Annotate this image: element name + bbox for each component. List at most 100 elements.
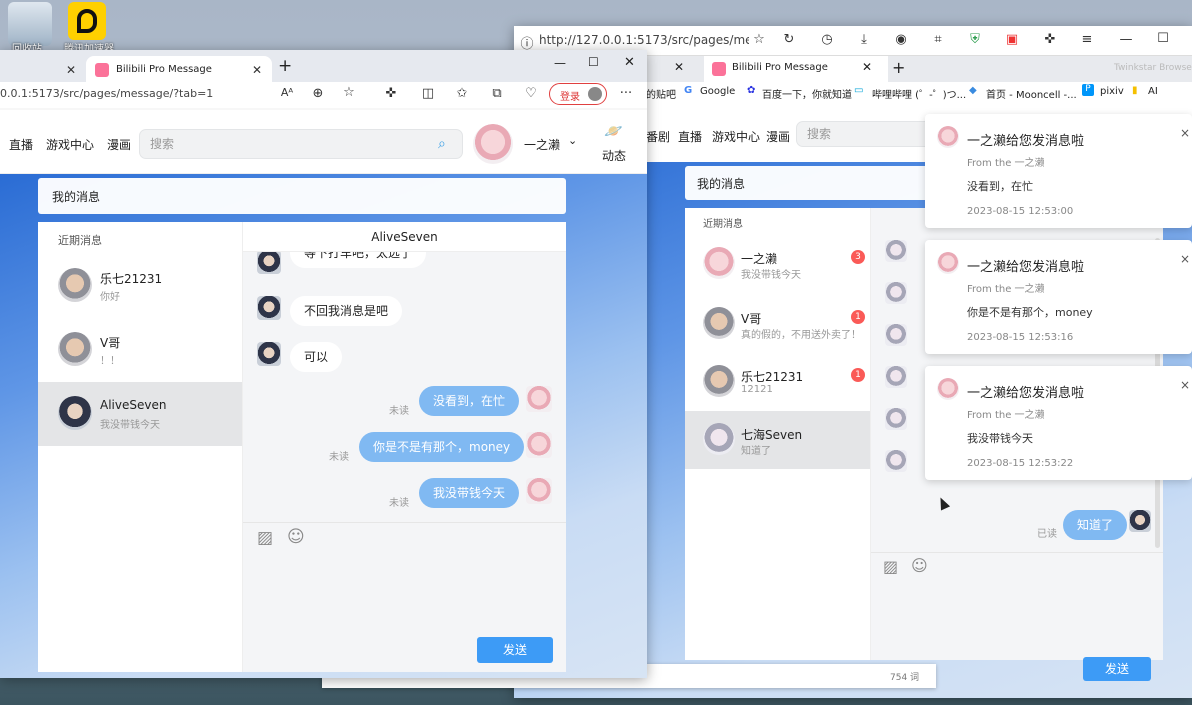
crop-icon[interactable]: ⌗ bbox=[929, 32, 947, 47]
left-chat-area: AliveSeven 等下打车吧，太远了 不回我消息是吧 可以 未读 没看到，在… bbox=[243, 222, 566, 672]
left-conversation-1[interactable]: V哥 ！！ bbox=[38, 318, 242, 382]
right-tab-active-close-icon[interactable]: ✕ bbox=[862, 60, 872, 74]
left-nav-live[interactable]: 直播 bbox=[9, 136, 33, 153]
left-tabbar: ✕ Bilibili Pro Message ✕ + — ☐ ✕ bbox=[0, 50, 647, 84]
left-new-tab-button[interactable]: + bbox=[278, 56, 292, 76]
right-send-button[interactable]: 发送 bbox=[1083, 657, 1151, 681]
bookmark-mooncell[interactable]: 首页 - Mooncell -... bbox=[986, 86, 1077, 101]
left-sidebar: 近期消息 乐七21231 你好 V哥 ！！ AliveSeven 我没带钱今天 bbox=[38, 222, 243, 672]
emoji-icon[interactable]: ☺ bbox=[287, 527, 305, 547]
left-tab-active[interactable]: Bilibili Pro Message ✕ bbox=[86, 56, 272, 84]
message-textarea[interactable] bbox=[253, 553, 553, 633]
conversation-preview: 知道了 bbox=[741, 446, 771, 457]
right-nav-live[interactable]: 直播 bbox=[678, 128, 702, 145]
right-tab-active[interactable]: Bilibili Pro Message ✕ bbox=[704, 56, 888, 82]
profile-icon[interactable]: ◉ bbox=[892, 32, 910, 47]
notification-title: 一之濑给您发消息啦 bbox=[967, 260, 1085, 275]
planet-icon[interactable]: 🪐 bbox=[604, 122, 623, 140]
left-close-icon[interactable]: ✕ bbox=[624, 55, 635, 70]
favorite-star-icon[interactable]: ☆ bbox=[340, 85, 358, 100]
right-conversation-3[interactable]: 七海Seven 知道了 bbox=[685, 411, 870, 469]
notification-close-icon[interactable]: × bbox=[1180, 252, 1190, 266]
download-icon[interactable]: ⤓ bbox=[855, 32, 873, 47]
avatar bbox=[885, 450, 907, 472]
notification-body: 没看到，在忙 bbox=[967, 180, 1033, 193]
bookmark-bilibili[interactable]: 哔哩哔哩 (゜-゜)つ... bbox=[872, 86, 966, 101]
bookmark-tieba[interactable]: 的贴吧 bbox=[646, 86, 676, 101]
nav-user-avatar[interactable] bbox=[473, 124, 513, 164]
puzzle-icon[interactable]: ✜ bbox=[1041, 32, 1059, 47]
more-icon[interactable]: ··· bbox=[617, 86, 635, 101]
right-search-input[interactable]: 搜索 bbox=[796, 121, 936, 147]
left-search-input[interactable]: 搜索 ⌕ bbox=[139, 129, 463, 159]
right-nav-gamecenter[interactable]: 游戏中心 bbox=[712, 128, 760, 145]
notification-title: 一之濑给您发消息啦 bbox=[967, 134, 1085, 149]
right-conversation-0[interactable]: 一之濑 我没带钱今天 3 bbox=[685, 233, 870, 295]
left-nav-manga[interactable]: 漫画 bbox=[107, 136, 131, 153]
left-tab-0[interactable]: ✕ bbox=[0, 56, 86, 84]
maximize-icon[interactable]: ☐ bbox=[1154, 31, 1172, 46]
left-minimize-icon[interactable]: — bbox=[554, 56, 566, 70]
health-icon[interactable]: ♡ bbox=[522, 86, 540, 101]
favorites-icon[interactable]: ✩ bbox=[453, 86, 471, 101]
bookmark-ai[interactable]: AI bbox=[1148, 86, 1158, 97]
avatar bbox=[58, 332, 92, 366]
emoji-icon[interactable]: ☺ bbox=[911, 556, 928, 575]
left-send-button[interactable]: 发送 bbox=[477, 637, 553, 663]
notification-0[interactable]: 一之濑给您发消息啦 From the 一之濑 没看到，在忙 2023-08-15… bbox=[925, 114, 1192, 228]
image-icon[interactable]: ▨ bbox=[883, 557, 898, 576]
left-address-bar[interactable]: 0.0.1:5173/src/pages/message/?tab=1 bbox=[0, 87, 213, 100]
notification-2[interactable]: 一之濑给您发消息啦 From the 一之濑 我没带钱今天 2023-08-15… bbox=[925, 366, 1192, 480]
message-list[interactable]: 等下打车吧，太远了 不回我消息是吧 可以 未读 没看到，在忙 未读 你是不是有那… bbox=[243, 252, 566, 522]
right-tab-0-close-icon[interactable]: ✕ bbox=[674, 60, 684, 74]
right-conversation-2[interactable]: 乐七21231 12121 1 bbox=[685, 353, 870, 411]
read-aloud-icon[interactable]: Aᴬ bbox=[278, 86, 296, 99]
image-icon[interactable]: ▨ bbox=[257, 528, 273, 548]
shield-icon[interactable]: ⛨ bbox=[966, 32, 984, 47]
right-conversation-1[interactable]: V哥 真的假的，不用送外卖了！ 1 bbox=[685, 295, 870, 353]
right-nav-manga[interactable]: 漫画 bbox=[766, 128, 790, 145]
left-conversation-2[interactable]: AliveSeven 我没带钱今天 bbox=[38, 382, 242, 446]
left-tab-0-close-icon[interactable]: ✕ bbox=[66, 56, 76, 84]
left-conversation-0[interactable]: 乐七21231 你好 bbox=[38, 254, 242, 318]
avatar bbox=[885, 240, 907, 262]
split-view-icon[interactable]: ◫ bbox=[419, 86, 437, 101]
nav-username[interactable]: 一之濑 bbox=[524, 136, 560, 153]
login-button[interactable]: 登录 bbox=[549, 83, 607, 105]
conversation-name: V哥 bbox=[100, 336, 121, 350]
right-address-bar[interactable]: http://127.0.0.1:5173/src/pages/mess... bbox=[539, 33, 749, 47]
conversation-preview: 我没带钱今天 bbox=[741, 270, 801, 281]
extension-red-icon[interactable]: ▣ bbox=[1003, 32, 1021, 47]
right-nav-bangumi[interactable]: 番剧 bbox=[646, 128, 670, 145]
right-sidebar: 近期消息 一之濑 我没带钱今天 3 V哥 真的假的，不用送外卖了！ 1 乐七21… bbox=[685, 208, 871, 660]
bookmark-pixiv[interactable]: pixiv bbox=[1100, 86, 1124, 97]
chevron-down-icon[interactable]: ⌄ bbox=[568, 134, 577, 147]
bookmark-baidu[interactable]: 百度一下，你就知道 bbox=[762, 86, 852, 101]
star-icon[interactable]: ☆ bbox=[750, 32, 768, 47]
notification-close-icon[interactable]: × bbox=[1180, 126, 1190, 140]
history-icon[interactable]: ◷ bbox=[818, 32, 836, 47]
collections-icon[interactable]: ⧉ bbox=[488, 86, 506, 101]
notification-from: From the 一之濑 bbox=[967, 284, 1045, 295]
zoom-icon[interactable]: ⊕ bbox=[309, 86, 327, 101]
notification-1[interactable]: 一之濑给您发消息啦 From the 一之濑 你是不是有那个，money 202… bbox=[925, 240, 1192, 354]
received-message: 等下打车吧，太远了 bbox=[290, 252, 427, 268]
menu-icon[interactable]: ≡ bbox=[1078, 32, 1096, 47]
right-new-tab-button[interactable]: + bbox=[892, 58, 905, 77]
extensions-icon[interactable]: ✜ bbox=[382, 86, 400, 101]
notification-close-icon[interactable]: × bbox=[1180, 378, 1190, 392]
left-tab-active-close-icon[interactable]: ✕ bbox=[252, 56, 262, 84]
accelerator-app-icon[interactable] bbox=[68, 2, 106, 40]
reload-icon[interactable]: ↻ bbox=[780, 32, 798, 47]
left-browser-window: ✕ Bilibili Pro Message ✕ + — ☐ ✕ 0.0.1:5… bbox=[0, 50, 647, 678]
nav-dynamic-link[interactable]: 动态 bbox=[602, 147, 626, 164]
notification-title: 一之濑给您发消息啦 bbox=[967, 386, 1085, 401]
avatar bbox=[937, 252, 959, 274]
minimize-icon[interactable]: — bbox=[1117, 32, 1135, 47]
left-nav-gamecenter[interactable]: 游戏中心 bbox=[46, 136, 94, 153]
bookmark-google[interactable]: Google bbox=[700, 86, 735, 97]
notification-date: 2023-08-15 12:53:16 bbox=[967, 332, 1074, 343]
left-maximize-icon[interactable]: ☐ bbox=[588, 55, 599, 69]
google-icon: G bbox=[684, 85, 693, 96]
search-icon[interactable]: ⌕ bbox=[438, 130, 446, 158]
